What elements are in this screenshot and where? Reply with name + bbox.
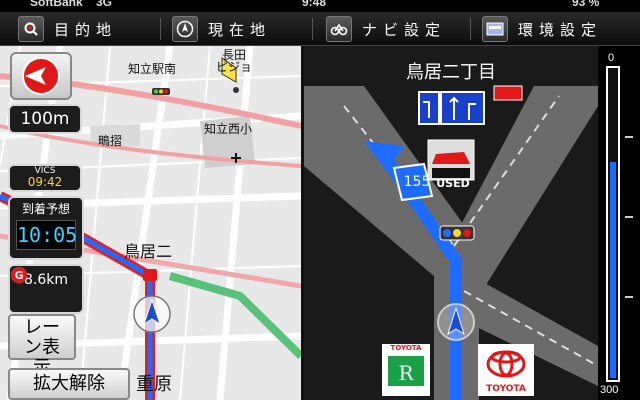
search-icon	[18, 16, 44, 42]
toyota-label: TOYOTA	[486, 384, 526, 394]
intersection-canvas: R	[304, 46, 598, 400]
map-scale-badge: 100m	[8, 104, 82, 134]
place-label-school: 知立西小	[204, 122, 253, 136]
zoom-scale-indicator[interactable]: 0 300	[598, 46, 640, 400]
scale-bottom-value: 300	[600, 384, 619, 396]
menu-divider	[160, 18, 161, 40]
scale-top-value: 0	[608, 52, 615, 64]
scale-track	[606, 66, 620, 382]
place-label-station: 知立駅南	[128, 62, 177, 76]
settings-icon	[326, 16, 352, 42]
zoom-release-label: 拡大解除	[33, 373, 105, 394]
compass-button[interactable]	[10, 52, 72, 100]
status-bar: SoftBank 3G 9:48 93 %	[0, 0, 640, 12]
arrival-time: 10:05	[16, 220, 77, 250]
vics-time: 09:42	[27, 175, 63, 189]
scale-tick	[625, 136, 633, 138]
navi-settings-button[interactable]: ナビ設定	[326, 15, 446, 43]
scale-tick	[625, 216, 633, 218]
arrival-box: 到着予想 10:05	[8, 196, 84, 260]
zoom-release-button[interactable]: 拡大解除	[8, 368, 130, 400]
menu-divider	[470, 18, 471, 40]
svg-text:R: R	[398, 361, 414, 385]
place-label-toriiji: 鳥居二	[124, 242, 173, 261]
intersection-view: R 鳥居二丁目 155 USED TOYOTA TOYOTA	[304, 46, 598, 400]
carrier-label: SoftBank	[30, 0, 83, 9]
scale-tick	[625, 296, 633, 298]
top-menu-bar: 目的地 現在地 ナビ設定 環境設定	[0, 12, 640, 46]
used-label: USED	[436, 177, 470, 190]
lane-straight-right-icon	[440, 91, 485, 125]
toyota-rental-label: TOYOTA	[390, 344, 422, 352]
place-label-shigehara: 重原	[136, 374, 172, 395]
battery-label: 93 %	[572, 0, 600, 9]
route-number: 155	[403, 174, 431, 190]
place-label-shigi: 鴫摺	[98, 134, 123, 148]
navi-settings-label: ナビ設定	[362, 20, 447, 39]
lane-display-button[interactable]: レーン表示	[8, 314, 76, 378]
display-icon	[482, 16, 508, 42]
arrival-label: 到着予想	[21, 202, 70, 216]
current-location-label: 現在地	[208, 20, 272, 39]
destination-button[interactable]: 目的地	[18, 15, 117, 43]
network-label: 3G	[96, 0, 113, 9]
environment-settings-label: 環境設定	[518, 20, 603, 39]
menu-divider	[312, 18, 313, 40]
route-map[interactable]: 知立駅南 長田 ピジョ 知立西小 鴫摺 鳥居二 重原 100m VICS 09:…	[0, 46, 301, 400]
place-label-pigeon: ピジョ	[216, 60, 253, 74]
svg-text:G: G	[14, 269, 23, 282]
map-scale-value: 100m	[20, 109, 70, 129]
current-location-button[interactable]: 現在地	[172, 15, 271, 43]
vics-box: VICS 09:42	[8, 164, 82, 192]
compass-icon	[172, 16, 198, 42]
goal-flag-icon: G	[11, 267, 27, 283]
scale-fill	[610, 162, 616, 378]
distance-box: G 8.6km	[8, 264, 84, 314]
destination-label: 目的地	[54, 20, 118, 39]
clock-time: 9:48	[302, 0, 327, 9]
north-arrow-icon	[22, 57, 60, 95]
intersection-name: 鳥居二丁目	[406, 62, 496, 83]
environment-settings-button[interactable]: 環境設定	[482, 15, 602, 43]
